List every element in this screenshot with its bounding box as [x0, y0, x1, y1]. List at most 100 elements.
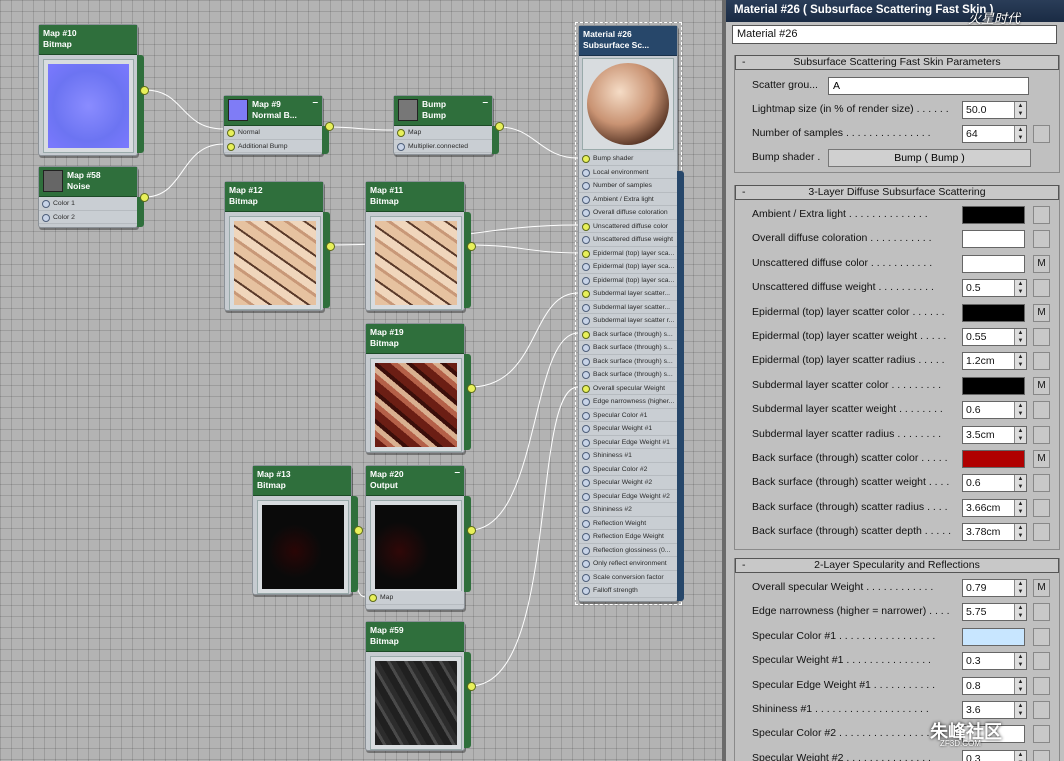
output-socket[interactable]	[467, 242, 476, 251]
input-socket[interactable]	[582, 303, 590, 312]
input-socket[interactable]	[582, 317, 590, 325]
color-swatch[interactable]	[962, 627, 1025, 646]
node-map19[interactable]: Map #19 Bitmap	[365, 323, 476, 453]
value-spinner[interactable]: 3.6 ▲ ▼	[962, 701, 1027, 719]
map-button[interactable]	[1033, 498, 1050, 517]
node-map59[interactable]: Map #59 Bitmap	[365, 621, 476, 751]
output-rail[interactable]	[464, 212, 471, 308]
material-input-slot[interactable]: Specular Edge Weight #2	[579, 489, 677, 503]
material-input-slot[interactable]: Subdermal layer scatter...	[579, 287, 677, 301]
input-socket[interactable]	[582, 479, 590, 487]
node-header[interactable]: Map #20 Output –	[366, 466, 464, 496]
node-header[interactable]: Map #58 Noise	[39, 167, 137, 197]
map-button[interactable]: M	[1033, 254, 1050, 273]
map-button[interactable]	[1033, 206, 1050, 224]
spinner-arrows-icon[interactable]: ▲▼	[1014, 750, 1026, 761]
map-button[interactable]	[1033, 749, 1050, 761]
output-socket[interactable]	[467, 526, 476, 535]
map-button[interactable]	[1033, 230, 1050, 249]
material-input-slot[interactable]: Specular Weight #1	[579, 422, 677, 436]
color-swatch[interactable]	[962, 303, 1025, 322]
map-button[interactable]: M	[1033, 376, 1050, 395]
spinner-arrows-icon[interactable]: ▲▼	[1014, 604, 1026, 621]
map-button[interactable]	[1033, 652, 1050, 671]
input-socket[interactable]	[582, 465, 590, 474]
map-button[interactable]: M	[1033, 303, 1050, 322]
node-map13[interactable]: Map #13 Bitmap	[252, 465, 363, 595]
map-button[interactable]	[1033, 676, 1050, 695]
material-input-slot[interactable]: Reflection Weight	[579, 516, 677, 530]
output-rail[interactable]	[464, 496, 471, 592]
node-canvas[interactable]: Map #10 Bitmap Map #58 Noise Color 1 Color…	[0, 0, 722, 761]
output-socket[interactable]	[140, 193, 149, 202]
value-spinner[interactable]: 3.78cm ▲ ▼	[962, 523, 1027, 542]
input-socket[interactable]	[582, 168, 590, 177]
input-slot[interactable]: Color 2	[39, 210, 137, 224]
map-button[interactable]: M	[1033, 579, 1050, 597]
spinner-arrows-icon[interactable]: ▲▼	[1014, 329, 1026, 345]
material-input-slot[interactable]: Unscattered diffuse color	[579, 219, 677, 233]
node-header[interactable]: Map #11 Bitmap	[366, 182, 464, 212]
material-input-slot[interactable]: Epidermal (top) layer sca...	[579, 273, 677, 287]
node-map11[interactable]: Map #11 Bitmap	[365, 181, 476, 311]
color-swatch[interactable]	[962, 254, 1025, 273]
material-input-slot[interactable]: Specular Color #1	[579, 408, 677, 422]
input-socket[interactable]	[582, 398, 590, 406]
node-header[interactable]: Material #26 Subsurface Sc...	[579, 26, 677, 56]
node-header[interactable]: Map #13 Bitmap	[253, 466, 351, 496]
input-slot[interactable]: Map	[366, 591, 464, 605]
material-input-slot[interactable]: Shininess #1	[579, 449, 677, 463]
output-rail[interactable]	[464, 354, 471, 450]
input-socket[interactable]	[582, 182, 590, 190]
output-socket[interactable]	[467, 682, 476, 691]
value-spinner[interactable]: 3.66cm ▲ ▼	[962, 498, 1027, 517]
map-button[interactable]: M	[1033, 450, 1050, 468]
material-input-slot[interactable]: Local environment	[579, 165, 677, 179]
spinner-arrows-icon[interactable]: ▲▼	[1014, 475, 1026, 492]
input-socket[interactable]	[582, 438, 590, 447]
map-button[interactable]	[1033, 627, 1050, 646]
node-map9[interactable]: Map #9 Normal B... – Normal Additional Bum…	[223, 95, 334, 155]
output-rail[interactable]	[677, 171, 684, 601]
input-socket[interactable]	[582, 155, 590, 163]
spinner-arrows-icon[interactable]: ▲▼	[1014, 499, 1026, 516]
output-rail[interactable]	[137, 55, 144, 153]
map-button[interactable]	[1033, 279, 1050, 298]
node-bump[interactable]: Bump Bump – Map Multiplier.connected	[393, 95, 504, 155]
scatter-group-input[interactable]: A	[828, 77, 1029, 95]
input-socket[interactable]	[582, 357, 590, 366]
spinner-arrows-icon[interactable]: ▲▼	[1014, 402, 1026, 419]
color-swatch[interactable]	[962, 230, 1025, 249]
input-socket[interactable]	[582, 371, 590, 379]
material-input-slot[interactable]: Back surface (through) s...	[579, 368, 677, 382]
material-input-slot[interactable]: Epidermal (top) layer sca...	[579, 260, 677, 274]
material-input-slot[interactable]: Back surface (through) s...	[579, 341, 677, 355]
map-button[interactable]	[1033, 725, 1050, 744]
value-spinner[interactable]: 3.5cm ▲ ▼	[962, 425, 1027, 444]
node-header[interactable]: Map #12 Bitmap	[225, 182, 323, 212]
input-socket[interactable]	[582, 560, 590, 568]
rollout-header[interactable]: -2-Layer Specularity and Reflections	[735, 558, 1059, 573]
material-input-slot[interactable]: Only reflect environment	[579, 557, 677, 571]
node-map12[interactable]: Map #12 Bitmap	[224, 181, 335, 311]
input-socket[interactable]	[582, 276, 590, 285]
material-input-slot[interactable]: Edge narrowness (higher...	[579, 395, 677, 409]
material-input-slot[interactable]: Scale conversion factor	[579, 570, 677, 584]
map-button[interactable]	[1033, 401, 1050, 420]
input-socket[interactable]	[582, 236, 590, 244]
map-button[interactable]	[1033, 474, 1050, 493]
node-header[interactable]: Map #10 Bitmap	[39, 25, 137, 55]
input-socket[interactable]	[582, 209, 590, 217]
input-socket[interactable]	[582, 573, 590, 582]
output-rail[interactable]	[323, 212, 330, 308]
material-input-slot[interactable]: Subdermal layer scatter r...	[579, 314, 677, 328]
material-input-slot[interactable]: Ambient / Extra light	[579, 192, 677, 206]
rollout-header[interactable]: - Subsurface Scattering Fast Skin Paramet…	[735, 55, 1059, 70]
material-input-slot[interactable]: Overall diffuse coloration	[579, 206, 677, 220]
spinner-arrows-icon[interactable]: ▲▼	[1014, 524, 1026, 541]
spinner-arrows-icon[interactable]: ▲▼	[1014, 353, 1026, 370]
material-input-slot[interactable]: Specular Weight #2	[579, 476, 677, 490]
output-socket[interactable]	[325, 122, 334, 131]
material-input-slot[interactable]: Reflection Edge Weight	[579, 530, 677, 544]
material-input-slot[interactable]: Falloff strength	[579, 584, 677, 598]
